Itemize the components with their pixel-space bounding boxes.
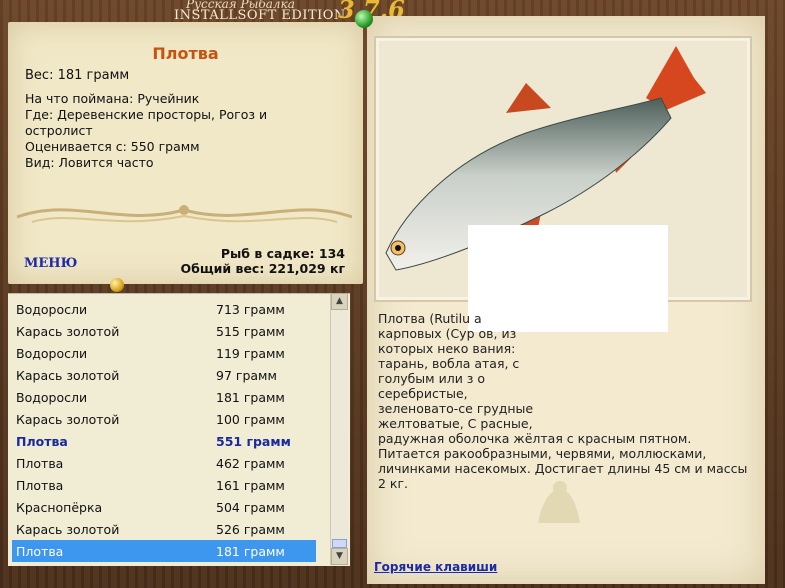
caught-on: На что поймана: Ручейник xyxy=(25,91,200,106)
list-item[interactable]: Карась золотой 526 грамм xyxy=(12,518,316,540)
app-header: Русская Рыбалка INSTALLSOFT EDITION 3.7.… xyxy=(86,0,405,24)
edition-label: INSTALLSOFT EDITION xyxy=(174,8,346,23)
desc-line: карповых (Сур ов, из xyxy=(378,326,517,341)
desc-line: радужная оболочка жёлтая с красным пятно… xyxy=(378,431,692,446)
desc-line: Питается ракообразными, червями, моллюск… xyxy=(378,446,707,461)
item-name: Водоросли xyxy=(16,390,88,405)
fish-details: На что поймана: Ручейник Где: Деревенски… xyxy=(25,91,325,171)
catch-list[interactable]: Водоросли 713 грамм Карась золотой 515 гра… xyxy=(8,293,350,566)
list-item[interactable]: Краснопёрка 504 грамм xyxy=(12,496,316,518)
scroll-thumb[interactable] xyxy=(332,539,347,548)
item-weight: 161 грамм xyxy=(216,478,285,493)
desc-line: серебристые, xyxy=(378,386,468,401)
total-weight: Общий вес: 221,029 кг xyxy=(180,261,346,276)
menu-button[interactable]: МЕНЮ xyxy=(24,256,77,271)
desc-line: зеленовато-се грудные xyxy=(378,401,534,416)
item-weight: 462 грамм xyxy=(216,456,285,471)
item-name: Карась золотой xyxy=(16,324,120,339)
catch-stats: Рыб в садке: 134 Общий вес: 221,029 кг xyxy=(181,246,346,276)
item-name: Карась золотой xyxy=(16,368,120,383)
yellow-pin-icon xyxy=(110,278,124,292)
green-pin-icon xyxy=(355,10,373,28)
desc-line: Плотва (Rutilu а xyxy=(378,311,482,326)
item-name: Водоросли xyxy=(16,346,88,361)
list-item[interactable]: Карась золотой 100 грамм xyxy=(12,408,316,430)
item-name: Плотва xyxy=(16,478,64,493)
list-item[interactable]: Плотва 161 грамм xyxy=(12,474,316,496)
item-weight: 97 грамм xyxy=(216,368,277,383)
item-weight: 100 грамм xyxy=(216,412,285,427)
where-line-2: остролист xyxy=(25,123,93,138)
item-name: Водоросли xyxy=(16,302,88,317)
desc-line: личинками насекомых. Достигает длины 45 … xyxy=(378,461,748,476)
value-line: Оценивается с: 550 грамм xyxy=(25,139,200,154)
item-name: Краснопёрка xyxy=(16,500,103,515)
desc-line: которых неко вания: xyxy=(378,341,516,356)
item-weight: 181 грамм xyxy=(216,544,285,559)
fisherman-watermark-icon xyxy=(538,481,580,523)
desc-line: голубым или з о xyxy=(378,371,486,386)
item-name: Плотва xyxy=(16,456,64,471)
desc-line: тарань, вобла атая, с xyxy=(378,356,520,371)
item-weight: 526 грамм xyxy=(216,522,285,537)
kind-line: Вид: Ловится часто xyxy=(25,155,154,170)
scroll-up-icon[interactable]: ▲ xyxy=(331,293,348,310)
item-weight: 181 грамм xyxy=(216,390,285,405)
desc-line: желтоватые, С расные, xyxy=(378,416,533,431)
list-item[interactable]: Карась золотой 515 грамм xyxy=(12,320,316,342)
list-item[interactable]: Водоросли 713 грамм xyxy=(12,298,316,320)
item-name: Плотва xyxy=(16,434,68,449)
list-item-selected[interactable]: Плотва 181 грамм xyxy=(12,540,316,562)
hotkeys-link[interactable]: Горячие клавиши xyxy=(374,560,497,574)
scroll-down-icon[interactable]: ▼ xyxy=(331,548,348,565)
list-item[interactable]: Водоросли 119 грамм xyxy=(12,342,316,364)
list-scrollbar[interactable]: ▲ ▼ xyxy=(330,293,348,565)
item-weight: 119 грамм xyxy=(216,346,285,361)
item-weight: 713 грамм xyxy=(216,302,285,317)
ornament-divider xyxy=(16,205,353,223)
list-item-highlighted[interactable]: Плотва 551 грамм xyxy=(12,430,316,452)
list-item[interactable]: Карась золотой 97 грамм xyxy=(12,364,316,386)
list-item[interactable]: Водоросли 181 грамм xyxy=(12,386,316,408)
fish-title: Плотва xyxy=(152,44,219,63)
item-weight: 504 грамм xyxy=(216,500,285,515)
keepnet-count: Рыб в садке: 134 xyxy=(220,246,345,261)
item-weight: 551 грамм xyxy=(216,434,291,449)
list-item[interactable]: Плотва 462 грамм xyxy=(12,452,316,474)
item-name: Карась золотой xyxy=(16,412,120,427)
item-name: Плотва xyxy=(16,544,64,559)
item-name: Карась золотой xyxy=(16,522,120,537)
item-weight: 515 грамм xyxy=(216,324,285,339)
fish-description: Плотва (Rutilu а карповых (Сур ов, из ко… xyxy=(378,311,748,491)
fish-weight: Вес: 181 грамм xyxy=(25,68,130,83)
where-line-1: Где: Деревенские просторы, Рогоз и xyxy=(25,107,268,122)
